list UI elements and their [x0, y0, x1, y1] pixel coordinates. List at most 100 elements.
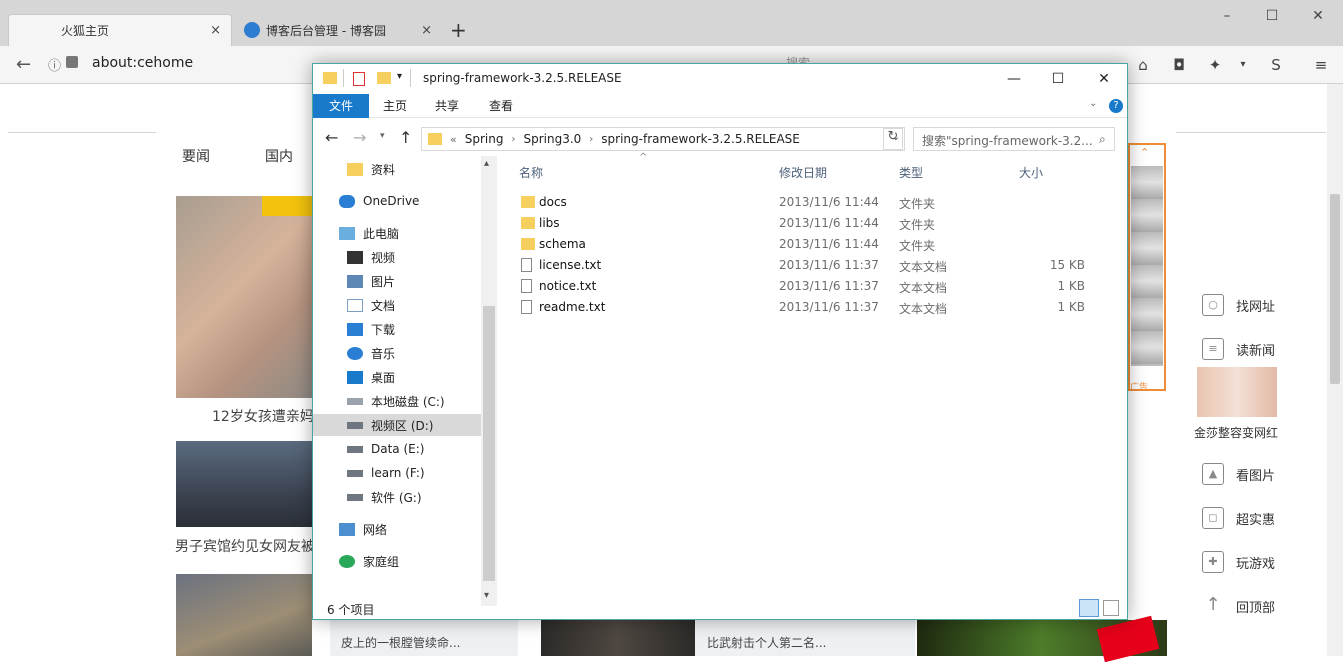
nav-item-drive-g[interactable]: 软件 (G:) — [313, 486, 481, 508]
file-name: license.txt — [539, 258, 602, 272]
column-header-name[interactable]: 名称 — [519, 164, 543, 181]
nav-item-homegroup[interactable]: 家庭组 — [313, 550, 481, 572]
news-photo[interactable] — [176, 196, 312, 398]
scroll-up-icon[interactable]: ▴ — [484, 158, 489, 169]
home-icon[interactable]: ⌂ — [1132, 54, 1154, 76]
nav-scrollbar[interactable]: ▴ ▾ — [481, 156, 497, 606]
chevron-down-icon[interactable]: ▾ — [1232, 54, 1254, 76]
side-link-find-site[interactable]: ○ 找网址 — [1202, 294, 1275, 316]
column-header-size[interactable]: 大小 — [1019, 164, 1043, 181]
news-photo[interactable] — [176, 441, 312, 527]
nav-item-desktop[interactable]: 桌面 — [313, 366, 481, 388]
nav-item-videos[interactable]: 视频 — [313, 246, 481, 268]
nav-item-onedrive[interactable]: OneDrive — [313, 190, 481, 212]
scrollbar-thumb[interactable] — [483, 306, 495, 581]
file-size: 1 KB — [1057, 279, 1085, 293]
ad-thumbnails[interactable] — [1131, 166, 1163, 366]
news-photo[interactable] — [176, 574, 312, 656]
nav-item-drive-c[interactable]: 本地磁盘 (C:) — [313, 390, 481, 412]
news-photo[interactable] — [541, 620, 695, 656]
chevron-down-icon[interactable]: ▾ — [397, 71, 402, 82]
chevron-right-icon[interactable]: › — [511, 134, 515, 145]
page-scrollbar[interactable] — [1327, 84, 1343, 656]
browser-close-button[interactable]: ✕ — [1298, 4, 1338, 28]
news-caption[interactable]: 男子宾馆约见女网友被 — [175, 536, 315, 556]
maximize-button[interactable]: ☐ — [1035, 64, 1081, 94]
back-arrow-icon[interactable]: ← — [325, 128, 338, 147]
breadcrumb-item[interactable]: Spring3.0 — [523, 132, 581, 146]
item-count: 6 个项目 — [327, 603, 375, 617]
url-input[interactable]: about:cehome — [92, 55, 193, 71]
nav-item-downloads[interactable]: 下载 — [313, 318, 481, 340]
browser-minimize-button[interactable]: – — [1207, 4, 1247, 28]
new-folder-icon[interactable] — [377, 72, 391, 84]
file-row[interactable]: license.txt 2013/11/6 11:37 文本文档 15 KB — [503, 255, 1123, 276]
tab-close-icon[interactable]: × — [421, 23, 432, 38]
tab-view[interactable]: 查看 — [475, 94, 527, 118]
recent-chevron-icon[interactable]: ▾ — [380, 131, 385, 141]
nav-domestic[interactable]: 国内 — [265, 146, 293, 166]
page-icon — [66, 56, 78, 68]
file-row[interactable]: schema 2013/11/6 11:44 文件夹 — [503, 234, 1123, 255]
refresh-icon[interactable]: ↻ — [883, 128, 903, 150]
help-icon[interactable]: ? — [1109, 99, 1123, 113]
nav-item-network[interactable]: 网络 — [313, 518, 481, 540]
breadcrumb-item[interactable]: spring-framework-3.2.5.RELEASE — [601, 132, 800, 146]
menu-icon[interactable]: ≡ — [1310, 54, 1332, 76]
new-tab-button[interactable]: + — [450, 18, 467, 42]
ad-photo[interactable] — [1197, 367, 1277, 417]
breadcrumb-item[interactable]: Spring — [465, 132, 504, 146]
nav-item-music[interactable]: 音乐 — [313, 342, 481, 364]
tab-home[interactable]: 主页 — [369, 94, 421, 118]
tab-share[interactable]: 共享 — [421, 94, 473, 118]
details-view-icon[interactable] — [1079, 599, 1099, 617]
file-row[interactable]: readme.txt 2013/11/6 11:37 文本文档 1 KB — [503, 297, 1123, 318]
ribbon-expand-icon[interactable]: ⌄ — [1089, 98, 1097, 109]
side-link-pictures[interactable]: ▲ 看图片 — [1202, 463, 1275, 485]
side-link-read-news[interactable]: ≡ 读新闻 — [1202, 338, 1275, 360]
file-row[interactable]: libs 2013/11/6 11:44 文件夹 — [503, 213, 1123, 234]
browser-tab-blog[interactable]: 博客后台管理 - 博客园 × — [234, 14, 442, 46]
forward-arrow-icon[interactable]: → — [353, 128, 366, 147]
info-icon[interactable]: ⓘ — [48, 55, 61, 74]
search-input[interactable]: 搜索"spring-framework-3.2... — [913, 127, 1115, 151]
extension-icon[interactable]: ✦ — [1204, 54, 1226, 76]
up-arrow-icon[interactable]: ↑ — [399, 128, 412, 147]
large-icons-view-icon[interactable] — [1103, 600, 1119, 616]
pocket-icon[interactable]: ◘ — [1168, 54, 1190, 76]
column-header-date[interactable]: 修改日期 — [779, 164, 827, 181]
addon-s-icon[interactable]: S — [1265, 54, 1287, 76]
news-caption[interactable]: 比武射击个人第二名... — [707, 634, 826, 651]
news-caption[interactable]: 皮上的一根膛管续命... — [341, 634, 460, 651]
nav-item-pictures[interactable]: 图片 — [313, 270, 481, 292]
side-link-deals[interactable]: ◻ 超实惠 — [1202, 507, 1275, 529]
minimize-button[interactable]: — — [991, 64, 1037, 94]
address-bar[interactable]: « Spring › Spring3.0 › spring-framework-… — [421, 127, 905, 151]
browser-tab-home[interactable]: 火狐主页 × — [8, 14, 232, 46]
back-arrow-icon[interactable]: ← — [16, 54, 31, 75]
overflow-icon[interactable]: « — [450, 133, 457, 146]
side-link-back-to-top[interactable]: ↑ 回顶部 — [1202, 595, 1275, 617]
close-button[interactable]: ✕ — [1081, 64, 1127, 94]
tab-close-icon[interactable]: × — [210, 23, 221, 38]
side-link-games[interactable]: ✚ 玩游戏 — [1202, 551, 1275, 573]
column-header-type[interactable]: 类型 — [899, 164, 923, 181]
chevron-up-icon[interactable]: ⌃ — [1140, 146, 1149, 159]
chevron-right-icon[interactable]: › — [589, 134, 593, 145]
folder-icon — [323, 72, 337, 84]
nav-item-documents[interactable]: 文档 — [313, 294, 481, 316]
browser-maximize-button[interactable]: ☐ — [1252, 4, 1292, 28]
nav-item-this-pc[interactable]: 此电脑 — [313, 222, 481, 244]
news-caption[interactable]: 12岁女孩遭亲妈 — [212, 406, 314, 426]
scrollbar-thumb[interactable] — [1330, 194, 1340, 384]
nav-item-drive-e[interactable]: Data (E:) — [313, 438, 481, 460]
nav-item-drive-d[interactable]: 视频区 (D:) — [313, 414, 481, 436]
properties-icon[interactable] — [353, 72, 365, 86]
ad-caption[interactable]: 金莎整容变网红 — [1194, 424, 1278, 441]
nav-item-ziliao[interactable]: 资料 — [313, 158, 481, 180]
nav-news[interactable]: 要闻 — [182, 146, 210, 166]
file-row[interactable]: notice.txt 2013/11/6 11:37 文本文档 1 KB — [503, 276, 1123, 297]
file-row[interactable]: docs 2013/11/6 11:44 文件夹 — [503, 192, 1123, 213]
nav-item-drive-f[interactable]: learn (F:) — [313, 462, 481, 484]
tab-file[interactable]: 文件 — [313, 94, 369, 118]
